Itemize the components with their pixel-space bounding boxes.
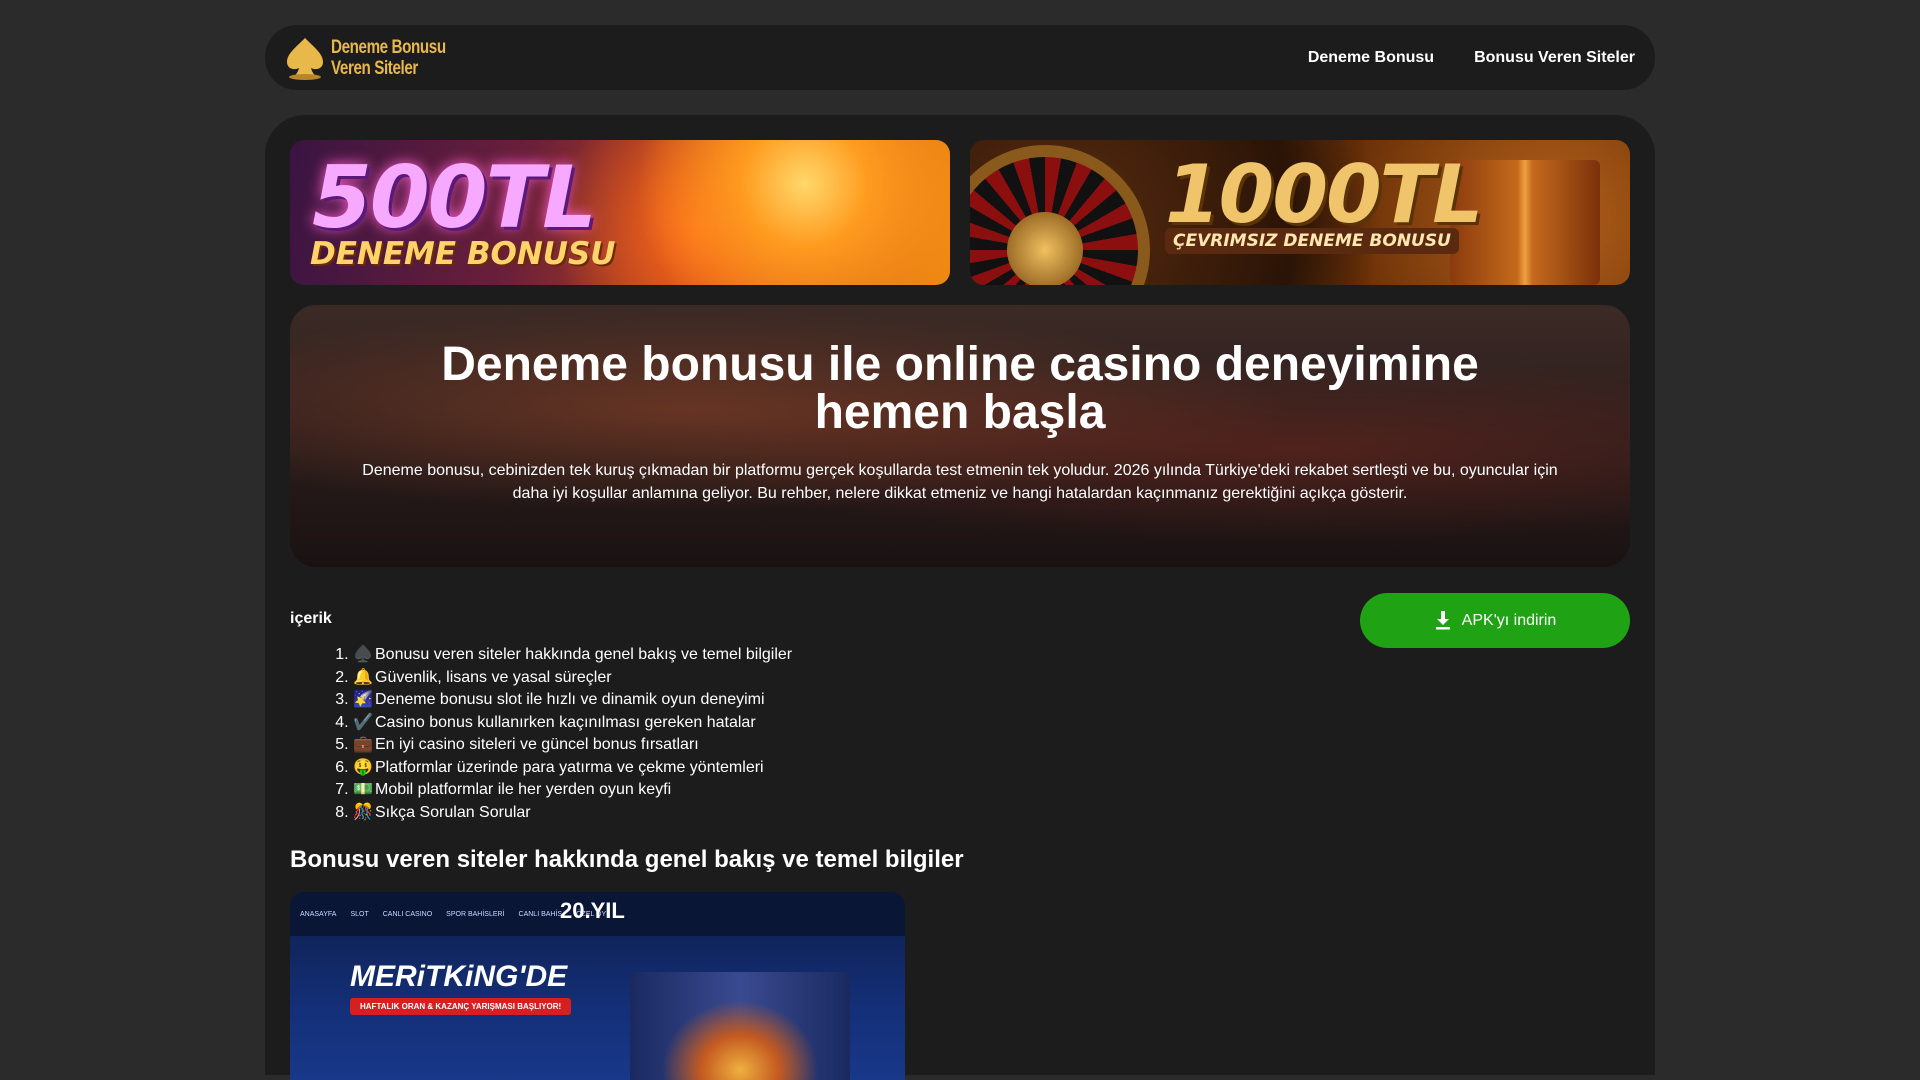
screenshot-menu-item: ANASAYFA [300,910,337,918]
banner-subtitle: DENEME BONUSU [310,236,616,272]
toc-item[interactable]: 💵Mobil platformlar ile her yerden oyun k… [353,779,1630,802]
nav-link-deneme-bonusu[interactable]: Deneme Bonusu [1308,49,1434,67]
banknote-icon: 💵 [353,781,373,798]
promo-banners: 500TL DENEME BONUSU 1000TL ÇEVRIMSIZ DEN… [290,140,1630,285]
screenshot-prizes-image [630,972,850,1080]
apk-button-label: APK'yı indirin [1461,611,1557,629]
toc-item-label: Güvenlik, lisans ve yasal süreçler [375,668,612,686]
toc-item-label: Deneme bonusu slot ile hızlı ve dinamik … [375,691,765,708]
page: Deneme Bonusu Veren Siteler Deneme Bonus… [265,25,1655,1080]
screenshot-title: MERiTKiNG'DE [350,960,568,993]
screenshot-menu-item: SLOT [350,910,369,918]
shooting-star-icon: 🌠 [353,691,373,708]
spade-logo-icon [287,37,323,80]
screenshot-badge: HAFTALIK ORAN & KAZANÇ YARIŞMASI BAŞLIYO… [350,998,572,1015]
hero-section: Deneme bonusu ile online casino deneyimi… [290,305,1630,567]
toc-item-label: Mobil platformlar ile her yerden oyun ke… [375,781,672,798]
briefcase-icon: 💼 [353,736,373,753]
spade-icon: ♠️ [353,646,373,663]
screenshot-year: 20.YIL [560,898,625,923]
confetti-icon: 🎊 [353,803,373,821]
toc-item[interactable]: 🔔Güvenlik, lisans ve yasal süreçler [353,667,1630,690]
apk-download-button[interactable]: APK'yı indirin [1360,593,1630,648]
hero-description: Deneme bonusu, cebinizden tek kuruş çıkm… [362,462,1558,502]
table-of-contents: içerik APK'yı indirin ♠️Bonusu veren sit… [290,593,1630,824]
toc-item-label: Casino bonus kullanırken kaçınılması ger… [375,713,756,731]
download-icon [1435,610,1450,629]
screenshot-menu-item: SPOR BAHİSLERİ [446,910,505,918]
banner-amount: 500TL [312,148,597,248]
site-screenshot-image: ANASAYFA SLOT CANLI CASINO SPOR BAHİSLER… [290,892,905,1080]
toc-item[interactable]: 🎊Sıkça Sorulan Sorular [353,802,1630,825]
logo-text: Deneme Bonusu Veren Siteler [331,37,446,79]
logo-line-2: Veren Siteler [331,57,418,79]
main-content: 500TL DENEME BONUSU 1000TL ÇEVRIMSIZ DEN… [265,115,1655,1080]
toc-list: ♠️Bonusu veren siteler hakkında genel ba… [290,644,1630,824]
screenshot-menu-item: CANLI BAHİS [518,910,563,918]
main-nav: Deneme Bonusu Bonusu Veren Siteler [1308,49,1635,67]
logo-line-1: Deneme Bonusu [331,36,446,58]
site-logo[interactable]: Deneme Bonusu Veren Siteler [285,36,474,80]
bell-icon: 🔔 [353,668,373,686]
promo-banner-1000tl[interactable]: 1000TL ÇEVRIMSIZ DENEME BONUSU [970,140,1630,285]
roulette-wheel-image [970,145,1150,285]
section-heading: Bonusu veren siteler hakkında genel bakı… [290,846,964,873]
banner-subtitle: ÇEVRIMSIZ DENEME BONUSU [1165,228,1459,254]
money-face-icon: 🤑 [353,758,373,776]
toc-item-label: Sıkça Sorulan Sorular [375,803,531,821]
toc-item[interactable]: 🌠Deneme bonusu slot ile hızlı ve dinamik… [353,689,1630,712]
toc-item[interactable]: 💼En iyi casino siteleri ve güncel bonus … [353,734,1630,757]
check-mark-icon: ✔️ [353,713,373,731]
toc-item-label: Platformlar üzerinde para yatırma ve çek… [375,758,764,776]
toc-item[interactable]: ✔️Casino bonus kullanırken kaçınılması g… [353,712,1630,735]
toc-item-label: En iyi casino siteleri ve güncel bonus f… [375,736,699,753]
toc-item[interactable]: 🤑Platformlar üzerinde para yatırma ve çe… [353,757,1630,780]
promo-banner-500tl[interactable]: 500TL DENEME BONUSU [290,140,950,285]
nav-link-bonusu-veren-siteler[interactable]: Bonusu Veren Siteler [1474,49,1635,67]
hero-title: Deneme bonusu ile online casino deneyimi… [441,338,1479,439]
site-header: Deneme Bonusu Veren Siteler Deneme Bonus… [265,25,1655,90]
screenshot-menu-item: CANLI CASINO [382,910,433,918]
toc-item-label: Bonusu veren siteler hakkında genel bakı… [375,646,793,663]
